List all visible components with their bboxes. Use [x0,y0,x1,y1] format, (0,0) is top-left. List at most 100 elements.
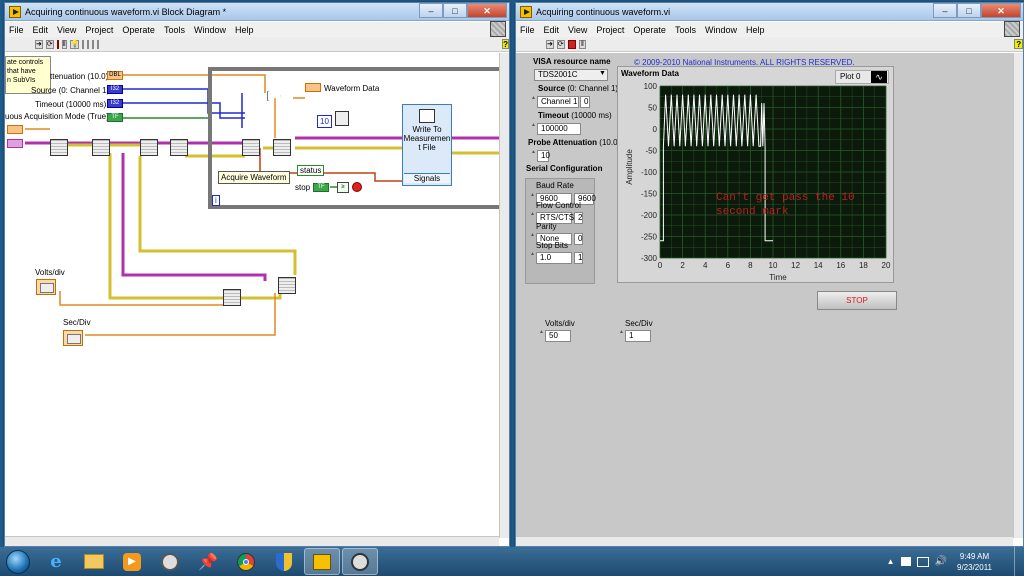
bd-titlebar[interactable]: Acquiring continuous waveform.vi Block D… [5,3,509,21]
wait-ms-icon[interactable] [335,111,349,126]
chevron-down-icon[interactable]: ▼ [599,70,606,77]
acq-mode-terminal[interactable]: TF [107,113,123,122]
source-ring[interactable]: Channel 1 [537,96,579,108]
probe-attenuation-input[interactable]: 10 [537,150,550,162]
probe-increment-icon[interactable]: ▲▼ [531,150,541,162]
run-continuous-icon[interactable]: ⟳ [556,39,565,49]
run-arrow-icon[interactable]: ➜ [546,39,554,49]
highlight-icon[interactable]: 💡 [69,39,79,49]
source-terminal[interactable]: I32 [107,85,123,94]
abort-icon[interactable] [567,39,576,49]
menu-file[interactable]: File [520,25,535,35]
network-icon[interactable] [916,556,929,567]
taskbar-clock-gadget[interactable] [152,548,188,575]
sec-div-terminal[interactable] [63,330,83,346]
read-waveform-subvi-icon[interactable] [242,139,260,156]
fp-vertical-scrollbar[interactable] [1013,53,1023,538]
baud-increment-icon[interactable]: ▲▼ [530,193,540,205]
taskbar-chrome[interactable] [228,548,264,575]
constant-10[interactable]: 10 [317,115,332,128]
minimize-button[interactable]: – [933,3,957,18]
menu-edit[interactable]: Edit [544,25,560,35]
flag-icon[interactable] [900,557,911,566]
sec-div-increment-icon[interactable]: ▲▼ [619,330,629,342]
retain-wire-icon[interactable] [81,39,84,49]
menu-window[interactable]: Window [194,25,226,35]
loop-condition-stop-icon[interactable] [352,182,362,192]
signals-input[interactable]: Signals [404,173,450,183]
fp-titlebar[interactable]: Acquiring continuous waveform.vi – □ ✕ [516,3,1023,21]
menu-help[interactable]: Help [235,25,254,35]
waveform-data-terminal[interactable] [305,83,321,92]
menu-edit[interactable]: Edit [33,25,49,35]
fetch-waveform-subvi-icon[interactable] [273,139,291,156]
start-button[interactable] [0,547,36,576]
sec-div-input[interactable]: 1 [625,330,651,342]
menu-tools[interactable]: Tools [675,25,696,35]
error-cluster-constant[interactable] [7,139,23,148]
taskbar-security[interactable] [266,548,302,575]
menu-view[interactable]: View [57,25,76,35]
pause-icon[interactable]: ‖ [578,39,587,49]
source-increment-icon[interactable]: ▲▼ [531,96,541,108]
block-diagram-canvas[interactable]: ate controls that have n SubVIs ttenuati… [5,53,500,538]
front-panel-canvas[interactable]: © 2009-2010 National Instruments. ALL RI… [516,53,1013,536]
menu-window[interactable]: Window [705,25,737,35]
taskbar-labview-block[interactable] [342,548,378,575]
menu-tools[interactable]: Tools [164,25,185,35]
menu-view[interactable]: View [568,25,587,35]
menu-file[interactable]: File [9,25,24,35]
stop-bits-ring[interactable]: 1.0 [536,252,572,264]
show-desktop-button[interactable] [1014,547,1024,576]
visa-resource-select[interactable]: TDS2001C [534,69,608,81]
timeout-input[interactable]: 100000 [537,123,581,135]
timeout-increment-icon[interactable]: ▲▼ [531,123,541,135]
visa-constant[interactable] [7,125,23,134]
menu-operate[interactable]: Operate [633,25,666,35]
channel-subvi-icon[interactable] [140,139,158,156]
context-help-icon[interactable]: ? [1014,39,1024,49]
stop-terminal[interactable]: TF [313,183,329,192]
fp-horizontal-scrollbar[interactable] [516,536,1013,546]
vertical-subvi-icon[interactable] [278,277,296,294]
show-hidden-icons-icon[interactable]: ▲ [887,557,895,566]
maximize-button[interactable]: □ [443,3,467,18]
flow-increment-icon[interactable]: ▲▼ [530,212,540,224]
run-continuous-icon[interactable]: ⟳ [45,39,54,49]
loop-iteration-terminal[interactable]: i [212,195,220,206]
vi-icon[interactable] [490,21,506,37]
run-arrow-icon[interactable]: ➜ [35,39,43,49]
taskbar-media-player[interactable]: ▶ [114,548,150,575]
timeout-terminal[interactable]: I32 [107,99,123,108]
menu-project[interactable]: Project [596,25,624,35]
minimize-button[interactable]: – [419,3,443,18]
pause-icon[interactable]: ‖ [61,39,67,49]
menu-help[interactable]: Help [746,25,765,35]
stop-button[interactable]: STOP [817,291,897,310]
volts-div-terminal[interactable] [36,279,56,295]
waveform-graph[interactable]: Waveform Data Plot 0 ∿ 0 2 4 6 8 10 12 14 16 18 20 1… [617,66,894,283]
taskbar-file-explorer[interactable] [76,548,112,575]
vi-icon[interactable] [1004,21,1020,37]
step-over-icon[interactable] [91,39,95,49]
status-unbundle[interactable]: status [297,165,325,176]
parity-increment-icon[interactable]: ▲▼ [530,233,540,245]
maximize-button[interactable]: □ [957,3,981,18]
horizontal-subvi-icon[interactable] [223,289,241,306]
step-out-icon[interactable] [97,39,100,49]
taskbar-internet-explorer[interactable]: e [38,548,74,575]
trigger-subvi-icon[interactable] [170,139,188,156]
or-function-icon[interactable]: ≥ [337,182,349,193]
context-help-icon[interactable]: ? [502,39,510,49]
bd-vertical-scrollbar[interactable] [499,53,509,538]
abort-icon[interactable] [56,39,59,49]
attenuation-terminal[interactable]: DBL [107,71,123,80]
volts-div-input[interactable]: 50 [545,330,571,342]
menu-project[interactable]: Project [85,25,113,35]
volume-icon[interactable]: 🔊 [935,556,947,567]
taskbar-labview-front[interactable] [304,548,340,575]
close-button[interactable]: ✕ [981,3,1021,18]
close-button[interactable]: ✕ [467,3,507,18]
system-clock[interactable]: 9:49 AM 9/23/2011 [957,551,992,573]
stop-bits-increment-icon[interactable]: ▲▼ [530,252,540,264]
